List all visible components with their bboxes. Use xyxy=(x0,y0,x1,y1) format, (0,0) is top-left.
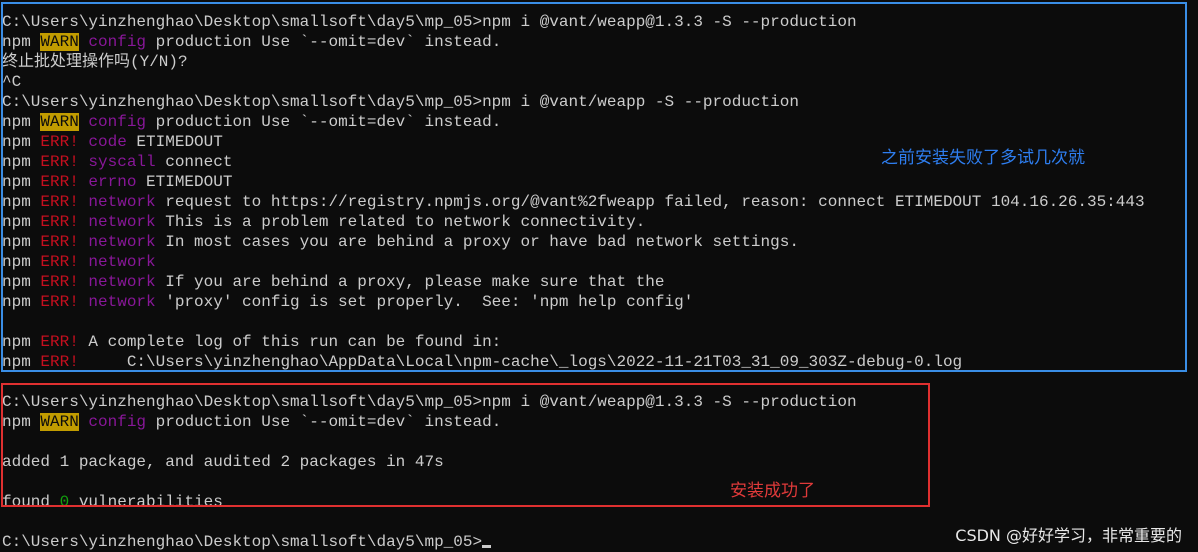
log-key: config xyxy=(78,33,147,51)
line-prefix: npm xyxy=(2,33,41,51)
log-level-tag: WARN xyxy=(40,33,79,51)
line-message: A complete log of this run can be found … xyxy=(78,333,502,351)
line-prefix: npm xyxy=(2,213,41,231)
log-key: network xyxy=(78,273,156,291)
line-message: C:\Users\yinzhenghao\AppData\Local\npm-c… xyxy=(78,353,963,371)
log-key: network xyxy=(78,233,156,251)
log-key: config xyxy=(78,113,147,131)
terminal-line: npm ERR! network In most cases you are b… xyxy=(2,232,1198,252)
line-text: C:\Users\yinzhenghao\Desktop\smallsoft\d… xyxy=(2,93,799,111)
terminal-line: npm ERR! network xyxy=(2,252,1198,272)
log-level-tag: ERR! xyxy=(40,233,79,251)
line-text: C:\Users\yinzhenghao\Desktop\smallsoft\d… xyxy=(2,393,857,411)
log-key: errno xyxy=(78,173,137,191)
log-key: code xyxy=(78,133,127,151)
log-level-tag: 0 xyxy=(59,493,70,511)
line-message: This is a problem related to network con… xyxy=(155,213,646,231)
line-message: ETIMEDOUT xyxy=(136,173,233,191)
terminal-output[interactable]: C:\Users\yinzhenghao\Desktop\smallsoft\d… xyxy=(2,12,1198,552)
line-prefix: npm xyxy=(2,173,41,191)
line-message: connect xyxy=(155,153,233,171)
log-key: syscall xyxy=(78,153,156,171)
line-message: production Use `--omit=dev` instead. xyxy=(146,33,502,51)
terminal-line: found 0 vulnerabilities xyxy=(2,492,1198,512)
line-prefix: npm xyxy=(2,233,41,251)
terminal-line: npm ERR! network This is a problem relat… xyxy=(2,212,1198,232)
terminal-line: npm ERR! errno ETIMEDOUT xyxy=(2,172,1198,192)
log-level-tag: ERR! xyxy=(40,353,79,371)
terminal-line: 终止批处理操作吗(Y/N)? xyxy=(2,52,1198,72)
log-key: network xyxy=(78,253,156,271)
terminal-line: npm WARN config production Use `--omit=d… xyxy=(2,412,1198,432)
terminal-line: C:\Users\yinzhenghao\Desktop\smallsoft\d… xyxy=(2,12,1198,32)
line-prefix: npm xyxy=(2,293,41,311)
line-message: ETIMEDOUT xyxy=(126,133,223,151)
terminal-line: npm ERR! network If you are behind a pro… xyxy=(2,272,1198,292)
terminal-line: npm ERR! network request to https://regi… xyxy=(2,192,1198,212)
log-level-tag: ERR! xyxy=(40,273,79,291)
terminal-line: npm WARN config production Use `--omit=d… xyxy=(2,112,1198,132)
log-level-tag: ERR! xyxy=(40,173,79,191)
log-key: config xyxy=(78,413,147,431)
line-text: C:\Users\yinzhenghao\Desktop\smallsoft\d… xyxy=(2,13,857,31)
line-text: C:\Users\yinzhenghao\Desktop\smallsoft\d… xyxy=(2,533,483,551)
log-key: network xyxy=(78,293,156,311)
log-level-tag: ERR! xyxy=(40,253,79,271)
line-prefix: npm xyxy=(2,193,41,211)
line-message: If you are behind a proxy, please make s… xyxy=(155,273,665,291)
line-prefix: npm xyxy=(2,353,41,371)
line-prefix: npm xyxy=(2,133,41,151)
csdn-watermark: CSDN @好好学习，非常重要的 xyxy=(955,526,1182,545)
line-message: production Use `--omit=dev` instead. xyxy=(146,113,502,131)
log-level-tag: WARN xyxy=(40,113,79,131)
log-level-tag: ERR! xyxy=(40,293,79,311)
log-level-tag: ERR! xyxy=(40,133,79,151)
line-prefix: found xyxy=(2,493,60,511)
line-prefix: npm xyxy=(2,253,41,271)
terminal-line: C:\Users\yinzhenghao\Desktop\smallsoft\d… xyxy=(2,392,1198,412)
line-message: production Use `--omit=dev` instead. xyxy=(146,413,502,431)
terminal-line: npm ERR! network 'proxy' config is set p… xyxy=(2,292,1198,312)
line-text: added 1 package, and audited 2 packages … xyxy=(2,453,444,471)
terminal-line: C:\Users\yinzhenghao\Desktop\smallsoft\d… xyxy=(2,92,1198,112)
log-level-tag: ERR! xyxy=(40,193,79,211)
successful-install-note: 安装成功了 xyxy=(730,481,815,501)
line-message: request to https://registry.npmjs.org/@v… xyxy=(155,193,1145,211)
line-text: ^C xyxy=(2,73,22,91)
line-prefix: npm xyxy=(2,113,41,131)
text-cursor xyxy=(482,545,492,548)
line-prefix: npm xyxy=(2,153,41,171)
log-level-tag: ERR! xyxy=(40,213,79,231)
line-prefix: npm xyxy=(2,413,41,431)
log-level-tag: WARN xyxy=(40,413,79,431)
log-level-tag: ERR! xyxy=(40,333,79,351)
terminal-line: ^C xyxy=(2,72,1198,92)
line-message: vulnerabilities xyxy=(69,493,223,511)
log-key: network xyxy=(78,213,156,231)
line-text: 终止批处理操作吗(Y/N)? xyxy=(2,53,188,71)
terminal-line: npm WARN config production Use `--omit=d… xyxy=(2,32,1198,52)
line-message: 'proxy' config is set properly. See: 'np… xyxy=(155,293,694,311)
terminal-line: npm ERR! C:\Users\yinzhenghao\AppData\Lo… xyxy=(2,352,1198,372)
log-key: network xyxy=(78,193,156,211)
line-prefix: npm xyxy=(2,333,41,351)
line-message: In most cases you are behind a proxy or … xyxy=(155,233,799,251)
terminal-line: added 1 package, and audited 2 packages … xyxy=(2,452,1198,472)
terminal-line: npm ERR! A complete log of this run can … xyxy=(2,332,1198,352)
failed-install-note: 之前安装失败了多试几次就 xyxy=(881,148,1085,168)
line-prefix: npm xyxy=(2,273,41,291)
log-level-tag: ERR! xyxy=(40,153,79,171)
